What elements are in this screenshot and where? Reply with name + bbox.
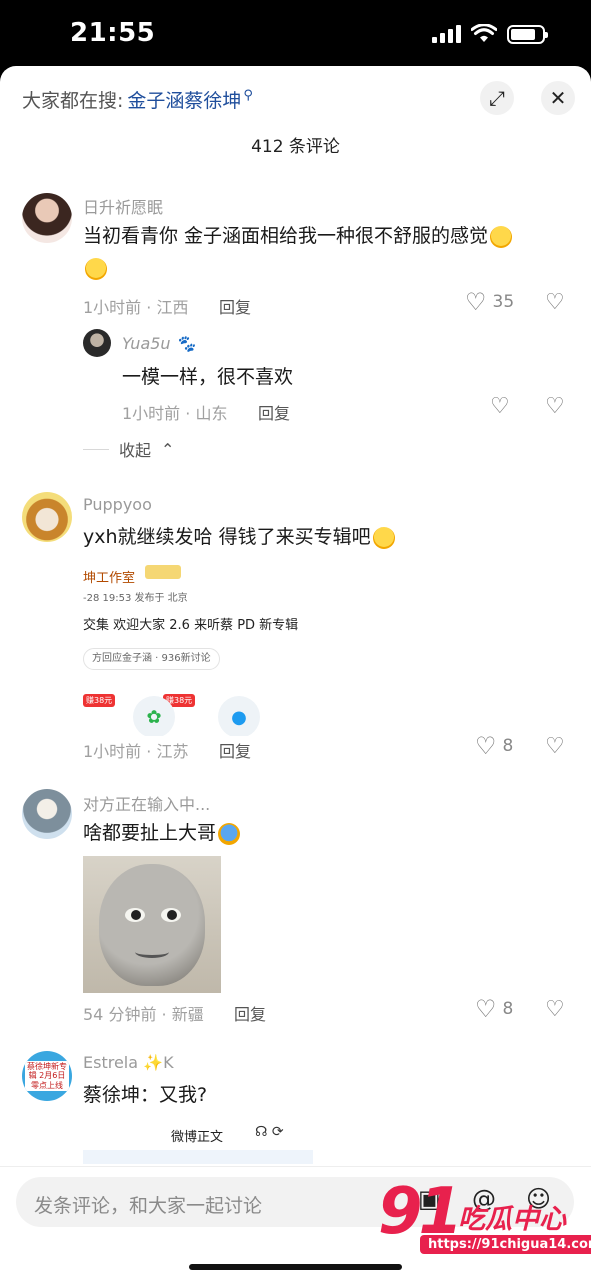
- divider: [83, 448, 109, 450]
- comment-username[interactable]: Estrela ✨K: [83, 1053, 174, 1072]
- meme-mouth: [135, 946, 169, 958]
- dislike-button[interactable]: ♡: [545, 292, 565, 314]
- comment-username[interactable]: 日升祈愿眠: [83, 194, 163, 218]
- comment-sheet: 大家都在搜: 金子涵蔡徐坤 ⚲ ⤢ ✕ 412 条评论 日升祈愿眠 当初看青你 …: [0, 66, 591, 1280]
- embedded-screenshot[interactable]: 坤工作室 -28 19:53 发布于 北京 交集 欢迎大家 2.6 来听蔡 PD…: [83, 561, 311, 736]
- avatar[interactable]: [83, 329, 111, 357]
- dislike-button[interactable]: ♡: [545, 999, 565, 1021]
- comment-placeholder: 发条评论，和大家一起讨论: [34, 1195, 263, 1217]
- avatar[interactable]: 蔡徐坤新专辑 2月6日零点上线: [22, 1051, 72, 1101]
- reply-button[interactable]: 回复: [219, 738, 251, 762]
- embedded-title: 微博正文: [171, 1130, 224, 1145]
- meme-eye: [161, 908, 181, 922]
- emoji-icon: [490, 225, 513, 248]
- reply-text: 一模一样，很不喜欢: [122, 366, 294, 388]
- avatar[interactable]: [22, 193, 72, 243]
- username-text: Estrela: [83, 1053, 139, 1072]
- meme-eye: [125, 908, 145, 922]
- reply-meta: 1小时前 · 山东: [122, 404, 228, 423]
- paw-icon: 🐾: [175, 334, 196, 353]
- qq-icon: ●: [218, 696, 260, 736]
- battery-icon: [507, 24, 548, 44]
- broken-heart-icon: ♡: [545, 394, 565, 419]
- reward-tag: 赚38元: [83, 694, 116, 707]
- chevron-up-icon: ⌃: [161, 439, 175, 459]
- comment-text: 蔡徐坤：又我?: [83, 1084, 208, 1106]
- reply-button[interactable]: 回复: [258, 400, 290, 424]
- home-indicator[interactable]: [189, 1264, 402, 1270]
- emoji-icon: [218, 822, 241, 845]
- search-prefix: 大家都在搜:: [22, 90, 124, 112]
- heart-icon: ♡: [475, 995, 497, 1023]
- embedded-time: -28 19:53 发布于 北京: [83, 593, 188, 604]
- comment-username[interactable]: 对方正在输入中...: [83, 791, 210, 815]
- moments-icon: ✿: [133, 696, 175, 736]
- comment-text: 当初看青你 金子涵面相给我一种很不舒服的感觉: [83, 220, 553, 284]
- emoji-icon: [85, 257, 107, 280]
- comment-text: yxh就继续发哈 得钱了来买专辑吧: [83, 521, 395, 553]
- embedded-strip: [83, 1150, 313, 1164]
- collapse-icon: ⤢: [489, 86, 505, 110]
- embedded-text: 交集 欢迎大家 2.6 来听蔡 PD 新专辑: [83, 618, 299, 633]
- vip-badge: [145, 565, 181, 579]
- like-count: 8: [502, 999, 514, 1019]
- search-suggestion[interactable]: 大家都在搜: 金子涵蔡徐坤 ⚲: [22, 86, 253, 113]
- heart-icon: ♡: [490, 394, 510, 419]
- collapse-label: 收起: [119, 441, 152, 460]
- search-icon: ⚲: [243, 88, 253, 103]
- avatar-caption: 蔡徐坤新专辑 2月6日零点上线: [25, 1060, 69, 1092]
- reply-button[interactable]: 回复: [234, 1001, 266, 1025]
- status-time: 21:55: [70, 18, 156, 48]
- avatar[interactable]: [22, 789, 72, 839]
- broken-heart-icon: ♡: [545, 997, 565, 1022]
- status-bar: 21:55: [0, 0, 591, 66]
- search-keyword[interactable]: 金子涵蔡徐坤: [127, 86, 241, 113]
- heart-icon: ♡: [465, 288, 487, 316]
- close-icon: ✕: [549, 86, 567, 110]
- reply-username-text: Yua5u: [122, 334, 171, 353]
- like-button[interactable]: ♡ 8: [475, 734, 513, 758]
- like-count: 35: [492, 292, 515, 312]
- meme-face: [99, 864, 205, 986]
- like-button[interactable]: ♡: [490, 396, 510, 418]
- embedded-topic: 方回应金子涵 · 936新讨论: [83, 648, 220, 670]
- watermark-brand: 吃瓜中心: [458, 1204, 566, 1235]
- collapse-button[interactable]: ⤢: [480, 81, 514, 115]
- comment-meta: 1小时前 · 江西: [83, 298, 189, 317]
- watermark-logo: 91 吃瓜中心 https://91chigua14.com: [378, 1175, 591, 1263]
- username-suffix: K: [163, 1053, 174, 1072]
- like-button[interactable]: ♡ 35: [465, 290, 514, 314]
- headphones-icon: ☊ ⟳: [255, 1124, 284, 1140]
- reply-username[interactable]: Yua5u 🐾: [122, 334, 196, 353]
- avatar[interactable]: [22, 492, 72, 542]
- comment-body: 当初看青你 金子涵面相给我一种很不舒服的感觉: [83, 225, 489, 247]
- reply-button[interactable]: 回复: [219, 294, 251, 318]
- close-button[interactable]: ✕: [541, 81, 575, 115]
- dislike-button[interactable]: ♡: [545, 736, 565, 758]
- comment-body: 啥都要扯上大哥: [83, 822, 217, 844]
- embedded-screenshot[interactable]: 微博正文 ☊ ⟳: [83, 1116, 313, 1166]
- collapse-replies[interactable]: 收起 ⌃: [83, 437, 174, 461]
- emoji-icon: [372, 526, 395, 549]
- comment-count: 412 条评论: [251, 137, 340, 157]
- meme-image[interactable]: [83, 856, 221, 993]
- comet-icon: ✨: [143, 1053, 164, 1072]
- broken-heart-icon: ♡: [545, 734, 565, 759]
- comment-username[interactable]: Puppyoo: [83, 495, 152, 514]
- heart-icon: ♡: [475, 732, 497, 760]
- signal-icon: [432, 25, 461, 43]
- embedded-title: 坤工作室: [83, 571, 136, 586]
- status-icons: [432, 24, 548, 44]
- like-count: 8: [502, 736, 514, 756]
- comment-meta: 54 分钟前 · 新疆: [83, 1005, 204, 1024]
- dislike-button[interactable]: ♡: [545, 396, 565, 418]
- watermark-url: https://91chigua14.com: [420, 1235, 591, 1254]
- comment-meta: 1小时前 · 江苏: [83, 742, 189, 761]
- comment-body: yxh就继续发哈 得钱了来买专辑吧: [83, 526, 371, 548]
- wifi-icon: [471, 24, 497, 42]
- like-button[interactable]: ♡ 8: [475, 997, 513, 1021]
- comment-text: 啥都要扯上大哥: [83, 817, 241, 849]
- broken-heart-icon: ♡: [545, 290, 565, 315]
